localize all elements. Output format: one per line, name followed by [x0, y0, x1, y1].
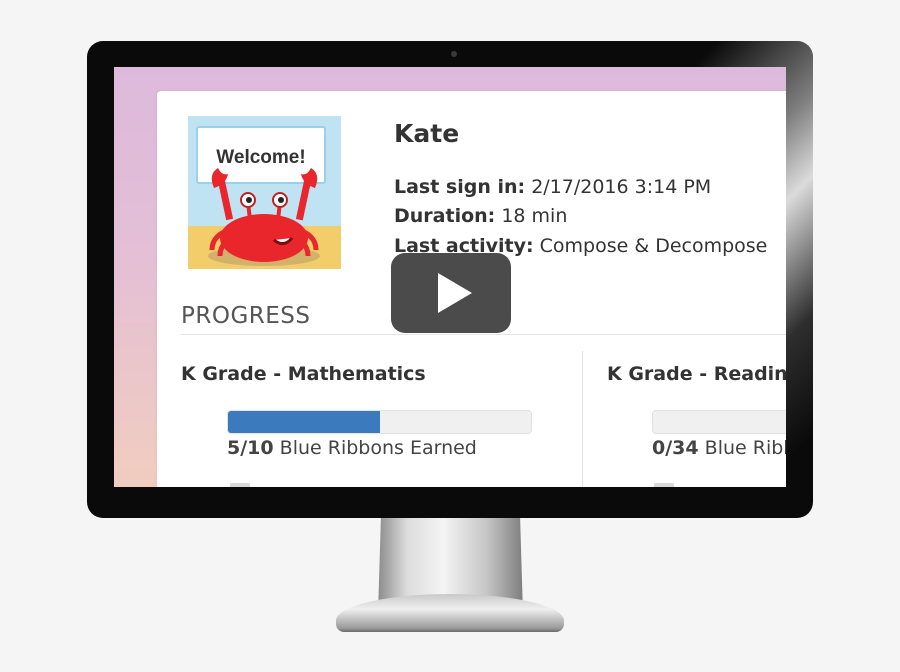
- duration-label: Duration:: [394, 205, 496, 227]
- progress-divider: [181, 334, 786, 335]
- ribbons-count: 5/10: [227, 437, 274, 459]
- subject-title-reading[interactable]: K Grade - Reading: [607, 363, 786, 385]
- ribbons-earned-mathematics: 5/10 Blue Ribbons Earned: [227, 437, 477, 459]
- play-button[interactable]: [391, 253, 511, 333]
- crab-icon: [208, 168, 320, 266]
- subject-column-divider: [582, 351, 583, 487]
- student-avatar: Welcome!: [188, 116, 341, 269]
- next-item-stub: [230, 483, 250, 487]
- progress-bar-mathematics: [227, 410, 532, 434]
- duration-value: 18 min: [501, 205, 568, 227]
- camera-icon: [451, 51, 457, 57]
- next-item-stub: [654, 483, 674, 487]
- duration: Duration: 18 min: [394, 205, 567, 227]
- ribbons-label: Blue Ribbons Earned: [279, 437, 477, 459]
- subject-title-mathematics[interactable]: K Grade - Mathematics: [181, 363, 426, 385]
- last-sign-in-value: 2/17/2016 3:14 PM: [531, 176, 712, 198]
- monitor-mockup: Welcome! Kate Last sign in: 2/17/2016 3:…: [0, 0, 900, 672]
- last-sign-in: Last sign in: 2/17/2016 3:14 PM: [394, 176, 711, 198]
- last-sign-in-label: Last sign in:: [394, 176, 526, 198]
- student-name: Kate: [394, 119, 460, 148]
- monitor-stand-base: [336, 594, 564, 632]
- progress-heading: PROGRESS: [181, 303, 311, 329]
- play-icon: [438, 273, 472, 313]
- progress-bar-fill: [228, 411, 380, 433]
- last-activity-value: Compose & Decompose: [539, 235, 768, 257]
- ribbons-earned-reading: 0/34 Blue Ribbons Earned: [652, 437, 786, 459]
- ribbons-label: Blue Ribbons Earned: [704, 437, 786, 459]
- progress-bar-reading: [652, 410, 786, 434]
- ribbons-count: 0/34: [652, 437, 699, 459]
